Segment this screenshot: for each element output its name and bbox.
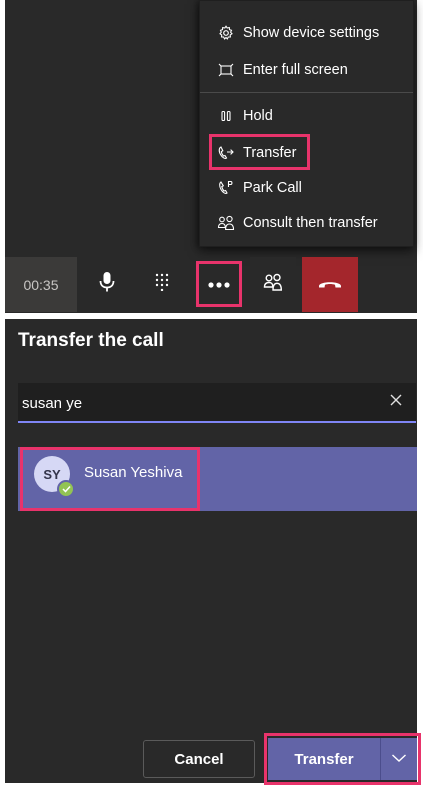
microphone-icon — [99, 271, 115, 298]
dialpad-icon — [154, 273, 170, 296]
close-icon — [389, 393, 403, 412]
search-input[interactable] — [18, 383, 364, 423]
menu-divider — [200, 92, 413, 93]
menu-item-label: Park Call — [243, 180, 302, 196]
highlight-transfer-menu-item — [209, 134, 310, 170]
clear-search-button[interactable] — [386, 392, 406, 412]
dialpad-button[interactable] — [139, 257, 185, 312]
mute-button[interactable] — [84, 257, 130, 312]
search-field — [18, 383, 416, 423]
menu-item-consult-then-transfer[interactable]: Consult then transfer — [200, 206, 413, 240]
menu-item-device-settings[interactable]: Show device settings — [200, 16, 413, 50]
highlight-more-options — [196, 261, 242, 307]
highlight-transfer-button — [264, 733, 421, 785]
dialog-title: Transfer the call — [18, 330, 164, 351]
people-icon — [263, 273, 283, 296]
end-call-icon — [318, 276, 342, 294]
menu-item-label: Show device settings — [243, 25, 380, 41]
call-timer: 00:35 — [5, 257, 77, 312]
more-actions-menu: Show device settings Enter full screen H… — [199, 0, 414, 247]
consult-transfer-icon — [217, 214, 235, 232]
menu-item-full-screen[interactable]: Enter full screen — [200, 53, 413, 87]
fullscreen-icon — [217, 61, 235, 79]
pause-icon — [217, 107, 235, 125]
menu-item-label: Enter full screen — [243, 62, 348, 78]
menu-item-label: Hold — [243, 108, 273, 124]
park-call-icon — [217, 179, 235, 197]
menu-item-park-call[interactable]: Park Call — [200, 171, 413, 205]
menu-item-hold[interactable]: Hold — [200, 99, 413, 133]
gear-icon — [217, 24, 235, 42]
participants-button[interactable] — [250, 257, 296, 312]
end-call-button[interactable] — [302, 257, 358, 312]
cancel-button[interactable]: Cancel — [143, 740, 255, 778]
highlight-search-result — [20, 447, 200, 511]
menu-item-label: Consult then transfer — [243, 215, 378, 231]
